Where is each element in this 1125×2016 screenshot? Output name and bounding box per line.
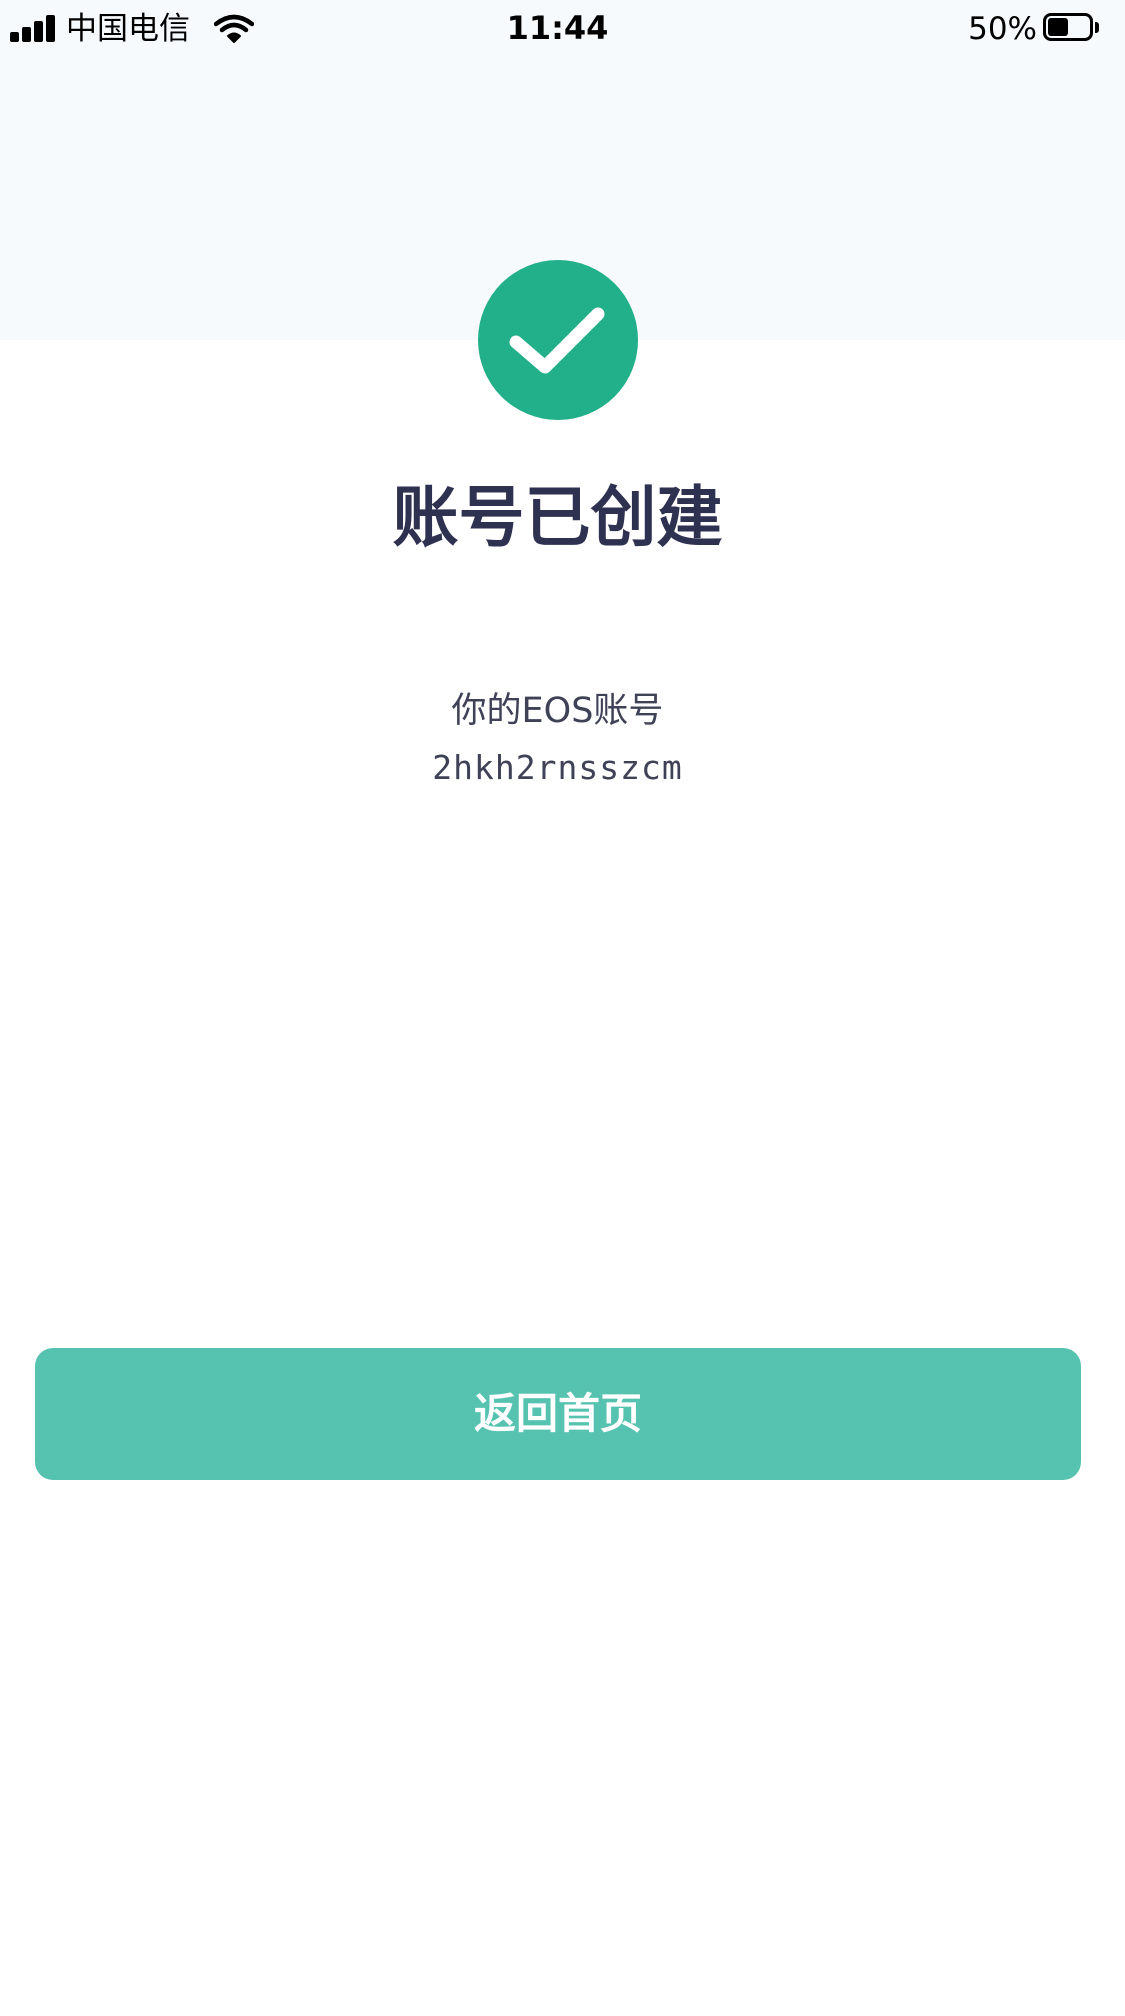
battery-icon: [1043, 13, 1101, 43]
checkmark-circle-icon: [478, 260, 638, 420]
account-name: 2hkh2rnsszcm: [432, 748, 683, 787]
status-bar: 中国电信 11:44 50%: [0, 0, 1125, 58]
account-label: 你的EOS账号: [451, 691, 664, 731]
battery-percentage: 50%: [968, 11, 1037, 47]
back-to-home-button[interactable]: 返回首页: [35, 1348, 1081, 1480]
status-time: 11:44: [506, 9, 609, 47]
page-title: 账号已创建: [392, 479, 723, 556]
